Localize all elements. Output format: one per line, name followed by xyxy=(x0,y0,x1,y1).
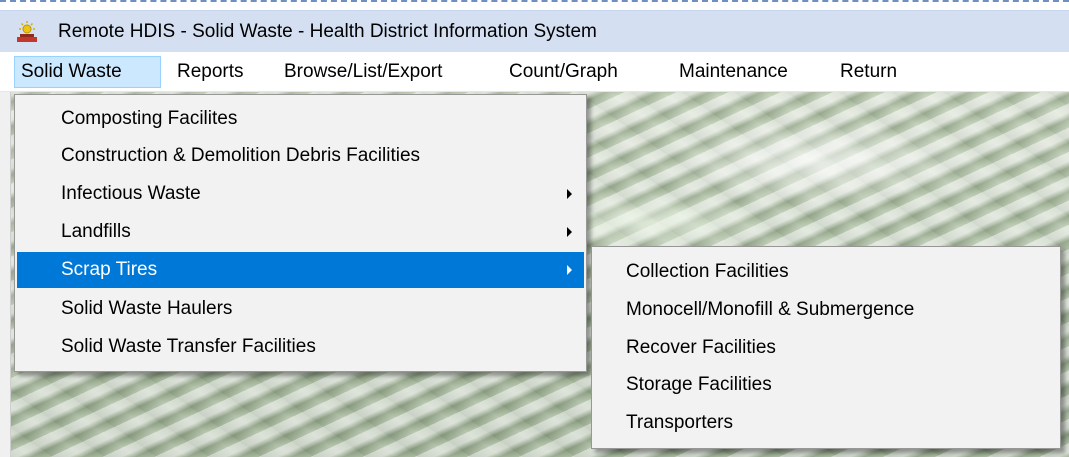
submenu-arrow-icon xyxy=(567,189,572,199)
menu-item-infectious-waste[interactable]: Infectious Waste xyxy=(17,176,584,212)
menu-browse-list-export[interactable]: Browse/List/Export xyxy=(278,56,448,88)
menu-item-label: Construction & Demolition Debris Facilit… xyxy=(61,145,421,166)
menu-reports[interactable]: Reports xyxy=(171,56,250,88)
submenu-item-monocell-monofill[interactable]: Monocell/Monofill & Submergence xyxy=(594,291,1058,329)
submenu-arrow-icon xyxy=(567,265,572,275)
submenu-item-recover-facilities[interactable]: Recover Facilities xyxy=(594,329,1058,367)
app-sun-icon xyxy=(14,20,40,44)
submenu-item-label: Storage Facilities xyxy=(626,374,772,395)
menu-item-scrap-tires[interactable]: Scrap Tires xyxy=(17,252,584,288)
menu-item-label: Infectious Waste xyxy=(61,183,201,204)
submenu-item-label: Collection Facilities xyxy=(626,261,789,282)
submenu-item-label: Transporters xyxy=(626,412,733,433)
menu-item-label: Scrap Tires xyxy=(61,259,158,280)
submenu-arrow-icon xyxy=(567,227,572,237)
scrap-tires-submenu: Collection Facilities Monocell/Monofill … xyxy=(591,246,1061,449)
menu-solid-waste[interactable]: Solid Waste xyxy=(14,56,161,88)
menu-bar: Solid Waste Reports Browse/List/Export C… xyxy=(0,52,1069,92)
left-panel-edge xyxy=(0,92,11,457)
menu-count-graph[interactable]: Count/Graph xyxy=(503,56,624,88)
menu-item-label: Solid Waste Haulers xyxy=(61,298,233,319)
submenu-item-label: Recover Facilities xyxy=(626,337,776,358)
menu-item-solid-waste-haulers[interactable]: Solid Waste Haulers xyxy=(17,291,584,327)
title-bar[interactable]: Remote HDIS - Solid Waste - Health Distr… xyxy=(0,10,1069,52)
menu-return[interactable]: Return xyxy=(834,56,903,88)
window-title: Remote HDIS - Solid Waste - Health Distr… xyxy=(58,21,597,42)
menu-maintenance[interactable]: Maintenance xyxy=(673,56,794,88)
menu-item-construction-demolition[interactable]: Construction & Demolition Debris Facilit… xyxy=(17,138,584,174)
menu-item-landfills[interactable]: Landfills xyxy=(17,214,584,250)
menu-item-solid-waste-transfer[interactable]: Solid Waste Transfer Facilities xyxy=(17,329,584,365)
window-top-border xyxy=(0,0,1069,2)
menu-item-label: Landfills xyxy=(61,221,131,242)
menu-item-label: Composting Facilites xyxy=(61,108,238,129)
menu-item-composting[interactable]: Composting Facilites xyxy=(17,101,584,137)
submenu-item-storage-facilities[interactable]: Storage Facilities xyxy=(594,366,1058,404)
solid-waste-dropdown: Composting Facilites Construction & Demo… xyxy=(14,94,587,372)
submenu-item-transporters[interactable]: Transporters xyxy=(594,404,1058,442)
submenu-item-label: Monocell/Monofill & Submergence xyxy=(626,299,915,320)
submenu-item-collection-facilities[interactable]: Collection Facilities xyxy=(594,253,1058,291)
menu-item-label: Solid Waste Transfer Facilities xyxy=(61,336,316,357)
